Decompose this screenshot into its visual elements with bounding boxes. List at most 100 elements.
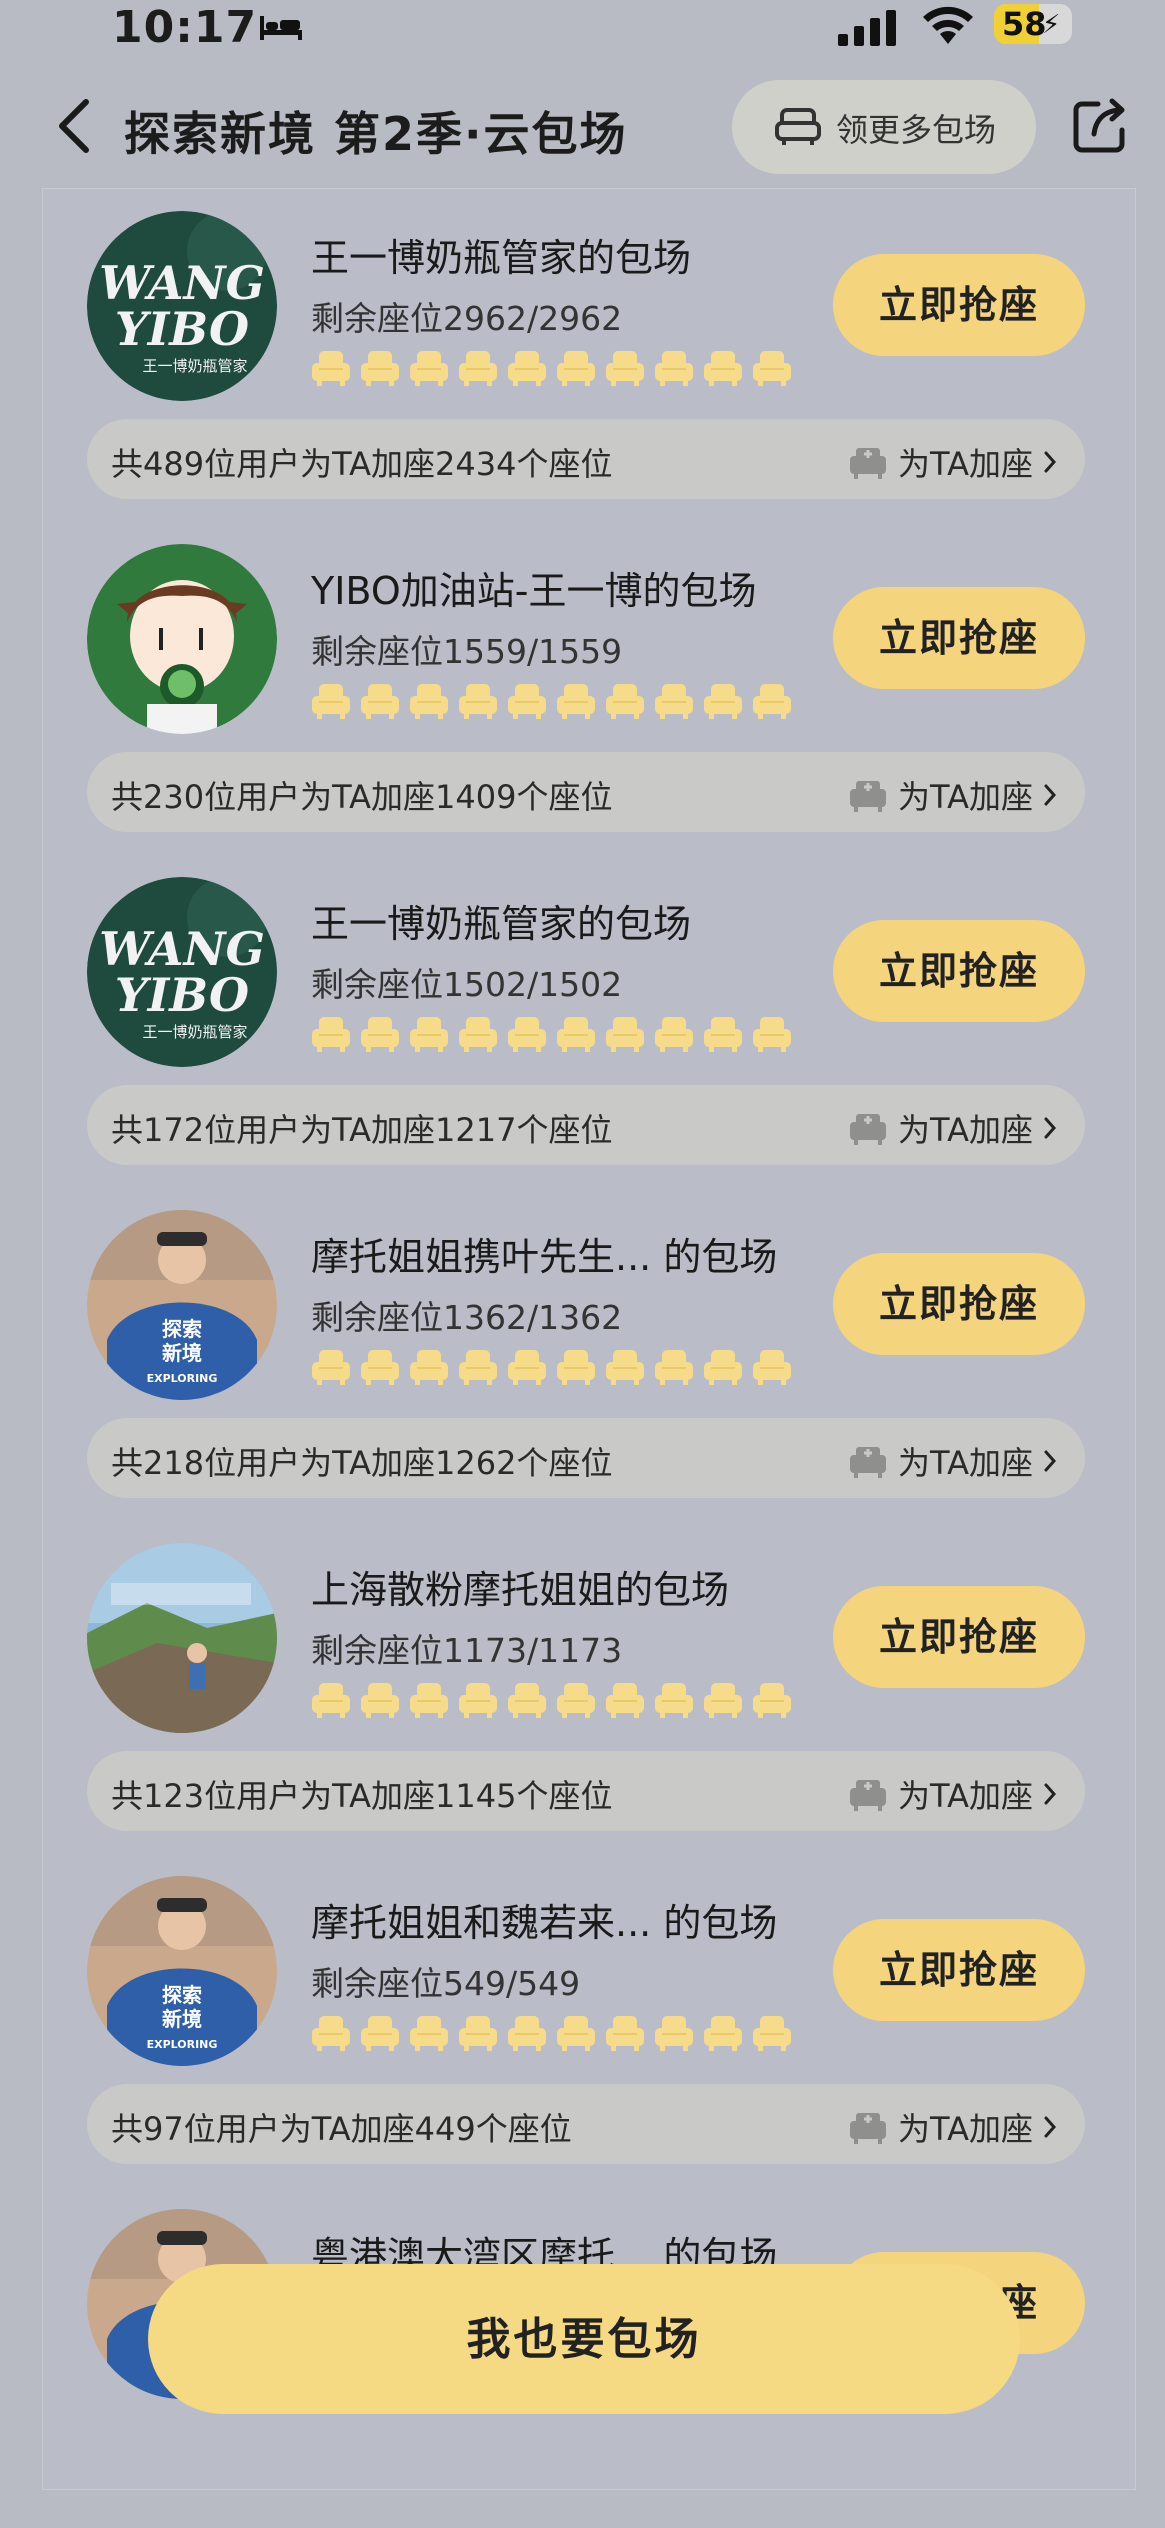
add-seat-link[interactable]: 为TA加座 bbox=[848, 1771, 1057, 1817]
seat-icon bbox=[507, 1681, 547, 1719]
chevron-right-icon bbox=[1044, 1117, 1057, 1139]
remaining-seats: 剩余座位1502/1502 bbox=[311, 965, 623, 1004]
add-seat-bar[interactable]: 共218位用户为TA加座1262个座位 为TA加座 bbox=[87, 1418, 1085, 1498]
create-screening-button[interactable]: 我也要包场 bbox=[148, 2264, 1020, 2414]
seat-icon bbox=[703, 1015, 743, 1053]
add-seat-link[interactable]: 为TA加座 bbox=[848, 1438, 1057, 1484]
more-screenings-button[interactable]: 领更多包场 bbox=[732, 80, 1036, 174]
back-arrow-icon[interactable] bbox=[52, 96, 96, 156]
seat-icon bbox=[458, 1348, 498, 1386]
screening-name: 摩托姐姐和魏若来... 的包场 bbox=[311, 1901, 778, 1945]
chevron-right-icon bbox=[1044, 784, 1057, 806]
host-avatar[interactable]: WANG YIBO 王一博奶瓶管家 bbox=[87, 211, 277, 401]
svg-text:EXPLORING: EXPLORING bbox=[147, 1372, 218, 1385]
cartoon-boy-image bbox=[87, 544, 277, 734]
seat-icon bbox=[360, 349, 400, 387]
wangyibo-logo-image: WANG YIBO 王一博奶瓶管家 bbox=[87, 877, 277, 1067]
host-avatar[interactable]: 探索 新境 EXPLORING bbox=[87, 1210, 277, 1400]
seat-row bbox=[311, 2014, 792, 2054]
grab-seat-button[interactable]: 立即抢座 bbox=[833, 1586, 1085, 1688]
sleep-focus-icon bbox=[260, 16, 302, 40]
add-seat-bar[interactable]: 共489位用户为TA加座2434个座位 为TA加座 bbox=[87, 419, 1085, 499]
svg-text:王一博奶瓶管家: 王一博奶瓶管家 bbox=[142, 357, 247, 375]
page-title: 探索新境 第2季·云包场 bbox=[124, 107, 628, 161]
remaining-seats: 剩余座位1559/1559 bbox=[311, 632, 623, 671]
seat-icon bbox=[775, 108, 821, 145]
seat-icon bbox=[311, 1348, 351, 1386]
exploring-photo-image: 探索 新境 EXPLORING bbox=[87, 1210, 277, 1400]
add-seat-icon bbox=[850, 781, 887, 812]
screening-name: 摩托姐姐携叶先生... 的包场 bbox=[311, 1235, 778, 1279]
seat-icon bbox=[409, 1015, 449, 1053]
grab-seat-button[interactable]: 立即抢座 bbox=[833, 920, 1085, 1022]
add-seat-stat: 共123位用户为TA加座1145个座位 bbox=[111, 1777, 613, 1815]
add-seat-label: 为TA加座 bbox=[898, 2110, 1033, 2148]
add-seat-link[interactable]: 为TA加座 bbox=[848, 772, 1057, 818]
seat-icon bbox=[556, 1015, 596, 1053]
add-seat-bar[interactable]: 共123位用户为TA加座1145个座位 为TA加座 bbox=[87, 1751, 1085, 1831]
seat-icon bbox=[409, 349, 449, 387]
screening-card: 探索 新境 EXPLORING 摩托姐姐携叶先生... 的包场 剩余座位1362… bbox=[43, 1196, 1135, 1529]
add-seat-link[interactable]: 为TA加座 bbox=[848, 1105, 1057, 1151]
screening-card: 上海散粉摩托姐姐的包场 剩余座位1173/1173 立即抢座 共123位用户为T… bbox=[43, 1529, 1135, 1862]
add-seat-label: 为TA加座 bbox=[898, 1777, 1033, 1815]
seat-icon bbox=[752, 1015, 792, 1053]
screening-card: WANG YIBO 王一博奶瓶管家 王一博奶瓶管家的包场 剩余座位1502/15… bbox=[43, 863, 1135, 1196]
grab-seat-button[interactable]: 立即抢座 bbox=[833, 1253, 1085, 1355]
seat-icon bbox=[311, 2014, 351, 2052]
seat-row bbox=[311, 1015, 792, 1055]
add-seat-link[interactable]: 为TA加座 bbox=[848, 439, 1057, 485]
host-avatar[interactable]: WANG YIBO 王一博奶瓶管家 bbox=[87, 877, 277, 1067]
nav-bar: 探索新境 第2季·云包场 领更多包场 bbox=[0, 72, 1165, 182]
more-screenings-label: 领更多包场 bbox=[836, 111, 997, 149]
seat-icon bbox=[507, 349, 547, 387]
add-seat-bar[interactable]: 共230位用户为TA加座1409个座位 为TA加座 bbox=[87, 752, 1085, 832]
seat-icon bbox=[311, 682, 351, 720]
seat-icon bbox=[556, 1348, 596, 1386]
seat-icon bbox=[556, 1681, 596, 1719]
seat-icon bbox=[605, 349, 645, 387]
seat-icon bbox=[311, 1681, 351, 1719]
seat-icon bbox=[360, 1015, 400, 1053]
add-seat-icon bbox=[850, 2113, 887, 2144]
share-icon[interactable] bbox=[1072, 98, 1128, 154]
add-seat-link[interactable]: 为TA加座 bbox=[848, 2104, 1057, 2150]
add-seat-label: 为TA加座 bbox=[898, 445, 1033, 483]
seat-icon bbox=[703, 1681, 743, 1719]
seat-icon bbox=[556, 682, 596, 720]
climbing-photo-image bbox=[87, 1543, 277, 1733]
grab-seat-button[interactable]: 立即抢座 bbox=[833, 254, 1085, 356]
host-avatar[interactable] bbox=[87, 1543, 277, 1733]
exploring-photo-image: 探索 新境 EXPLORING bbox=[87, 1876, 277, 2066]
seat-icon bbox=[654, 1015, 694, 1053]
grab-seat-button[interactable]: 立即抢座 bbox=[833, 587, 1085, 689]
svg-text:探索: 探索 bbox=[162, 1983, 202, 2007]
seat-icon bbox=[752, 682, 792, 720]
seat-icon bbox=[311, 349, 351, 387]
seat-icon bbox=[409, 1348, 449, 1386]
seat-row bbox=[311, 1348, 792, 1388]
seat-icon bbox=[409, 2014, 449, 2052]
screening-card: YIBO加油站-王一博的包场 剩余座位1559/1559 立即抢座 共230位用… bbox=[43, 530, 1135, 863]
seat-icon bbox=[556, 349, 596, 387]
add-seat-icon bbox=[850, 1447, 887, 1478]
seat-row bbox=[311, 1681, 792, 1721]
remaining-seats: 剩余座位1173/1173 bbox=[311, 1631, 623, 1670]
add-seat-bar[interactable]: 共97位用户为TA加座449个座位 为TA加座 bbox=[87, 2084, 1085, 2164]
seat-icon bbox=[752, 2014, 792, 2052]
add-seat-stat: 共230位用户为TA加座1409个座位 bbox=[111, 778, 613, 816]
seat-icon bbox=[507, 2014, 547, 2052]
seat-icon bbox=[311, 1015, 351, 1053]
host-avatar[interactable]: 探索 新境 EXPLORING bbox=[87, 1876, 277, 2066]
seat-icon bbox=[654, 349, 694, 387]
seat-icon bbox=[507, 682, 547, 720]
grab-seat-button[interactable]: 立即抢座 bbox=[833, 1919, 1085, 2021]
seat-icon bbox=[654, 1348, 694, 1386]
screening-name: YIBO加油站-王一博的包场 bbox=[311, 569, 757, 613]
seat-icon bbox=[605, 1348, 645, 1386]
seat-icon bbox=[703, 349, 743, 387]
host-avatar[interactable] bbox=[87, 544, 277, 734]
add-seat-bar[interactable]: 共172位用户为TA加座1217个座位 为TA加座 bbox=[87, 1085, 1085, 1165]
svg-text:新境: 新境 bbox=[162, 2007, 202, 2031]
battery-indicator: 58 ⚡ bbox=[994, 4, 1072, 44]
